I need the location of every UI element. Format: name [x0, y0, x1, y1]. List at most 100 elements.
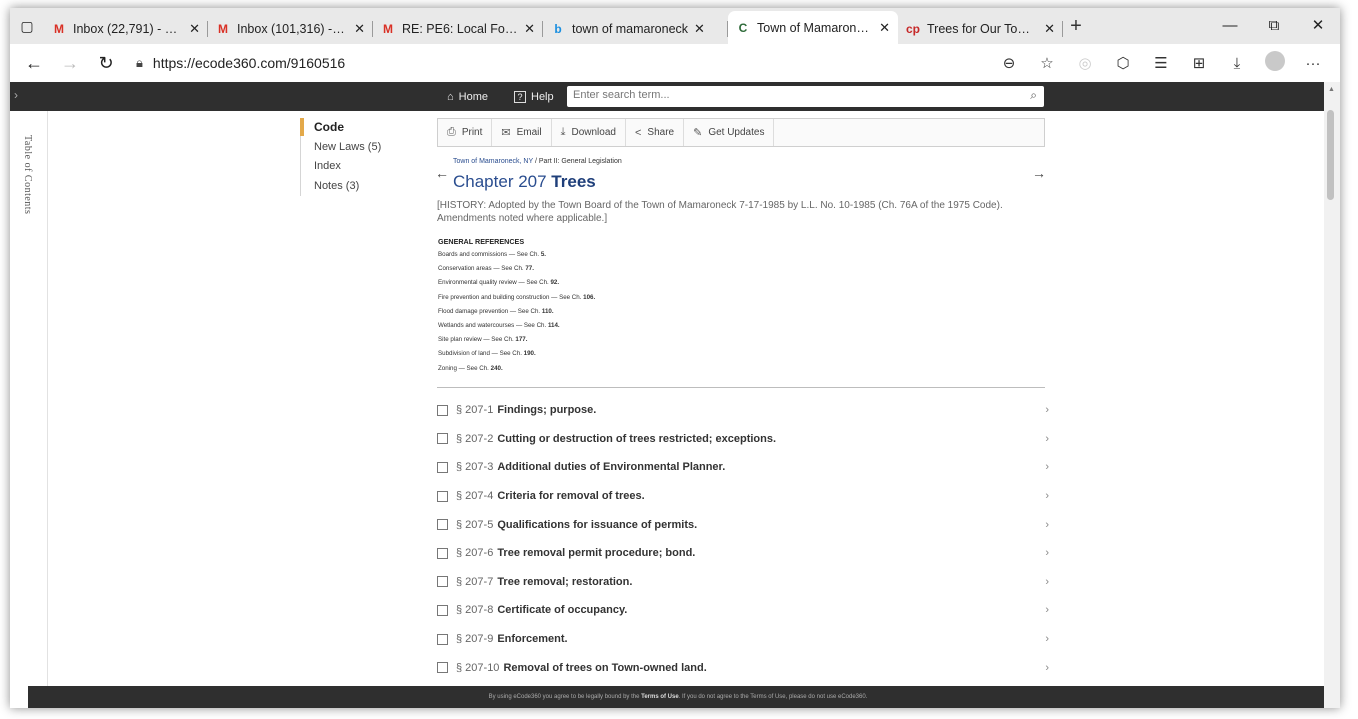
section-title[interactable]: Certificate of occupancy.	[497, 604, 627, 616]
chevron-right-icon[interactable]: ›	[1045, 461, 1049, 473]
chevron-right-icon[interactable]: ›	[1045, 633, 1049, 645]
help-button[interactable]: ? Help	[514, 87, 554, 106]
section-checkbox[interactable]	[437, 633, 448, 645]
chevron-right-icon[interactable]: ›	[1045, 604, 1049, 616]
previous-chapter-icon[interactable]: ←	[435, 165, 449, 181]
home-button[interactable]: ⌂ Home	[447, 87, 488, 106]
section-checkbox[interactable]	[437, 547, 448, 559]
browser-tab[interactable]: M Inbox (22,791) - dfdau ✕	[44, 14, 208, 44]
breadcrumb-part[interactable]: / Part II: General Legislation	[533, 158, 622, 165]
email-button[interactable]: ✉ Email	[492, 119, 552, 146]
browser-tab[interactable]: cp Trees for Our Town | N ✕	[898, 14, 1063, 44]
section-row[interactable]: § 207-5 Qualifications for issuance of pe…	[437, 510, 1049, 539]
section-title[interactable]: Removal of trees on Town-owned land.	[503, 662, 706, 674]
section-checkbox[interactable]	[437, 490, 448, 502]
close-window-button[interactable]: ✕	[1296, 8, 1340, 44]
refresh-button[interactable]: ↻	[88, 53, 124, 74]
section-row[interactable]: § 207-7 Tree removal; restoration. ›	[437, 568, 1049, 597]
extension-icon[interactable]: ◎	[1066, 54, 1104, 72]
section-checkbox[interactable]	[437, 404, 448, 416]
chevron-right-icon[interactable]: ›	[1045, 662, 1049, 674]
scroll-thumb[interactable]	[1327, 110, 1334, 200]
reference-link[interactable]: 92.	[550, 279, 559, 286]
section-row[interactable]: § 207-10 Removal of trees on Town-owned l…	[437, 653, 1049, 682]
section-checkbox[interactable]	[437, 519, 448, 531]
section-title[interactable]: Tree removal permit procedure; bond.	[497, 547, 695, 559]
close-tab-icon[interactable]: ✕	[1044, 21, 1055, 37]
chevron-right-icon[interactable]: ›	[1045, 433, 1049, 445]
close-tab-icon[interactable]: ✕	[879, 20, 890, 36]
reference-link[interactable]: 77.	[525, 265, 534, 272]
close-tab-icon[interactable]: ✕	[189, 21, 200, 37]
section-title[interactable]: Criteria for removal of trees.	[497, 490, 644, 502]
tab-actions-icon[interactable]: ▢	[10, 8, 44, 44]
reference-link[interactable]: 177.	[515, 336, 527, 343]
lock-icon[interactable]: 🔒︎	[136, 55, 143, 71]
section-checkbox[interactable]	[437, 576, 448, 588]
page-scrollbar[interactable]: ▲	[1324, 82, 1340, 708]
section-title[interactable]: Findings; purpose.	[497, 404, 596, 416]
nav-item-notes[interactable]: Notes (3)	[314, 177, 420, 195]
close-tab-icon[interactable]: ✕	[524, 21, 535, 37]
reference-link[interactable]: 106.	[583, 294, 595, 301]
close-tab-icon[interactable]: ✕	[354, 21, 365, 37]
more-menu-icon[interactable]: ···	[1294, 55, 1332, 72]
reference-link[interactable]: 240.	[491, 365, 503, 372]
forward-button[interactable]: →	[52, 53, 88, 74]
section-title[interactable]: Qualifications for issuance of permits.	[497, 519, 697, 531]
section-row[interactable]: § 207-8 Certificate of occupancy. ›	[437, 596, 1049, 625]
chevron-right-icon[interactable]: ›	[1045, 490, 1049, 502]
browser-tab[interactable]: M RE: PE6: Local Forestry ✕	[373, 14, 543, 44]
section-row[interactable]: § 207-9 Enforcement. ›	[437, 625, 1049, 654]
url-field[interactable]: 🔒︎ https://ecode360.com/9160516	[136, 49, 345, 77]
section-checkbox[interactable]	[437, 433, 448, 445]
restore-button[interactable]: ⧉	[1252, 8, 1296, 44]
chevron-right-icon[interactable]: ›	[1045, 547, 1049, 559]
section-row[interactable]: § 207-1 Findings; purpose. ›	[437, 396, 1049, 425]
section-row[interactable]: § 207-4 Criteria for removal of trees. ›	[437, 482, 1049, 511]
section-title[interactable]: Enforcement.	[497, 633, 567, 645]
back-button[interactable]: ←	[16, 53, 52, 74]
section-title[interactable]: Tree removal; restoration.	[497, 576, 632, 588]
minimize-button[interactable]: —	[1208, 8, 1252, 44]
section-row[interactable]: § 207-6 Tree removal permit procedure; bo…	[437, 539, 1049, 568]
nav-item-new-laws[interactable]: New Laws (5)	[314, 138, 420, 156]
nav-item-index[interactable]: Index	[314, 157, 420, 175]
close-tab-icon[interactable]: ✕	[694, 21, 705, 37]
section-title[interactable]: Additional duties of Environmental Plann…	[497, 461, 725, 473]
get-updates-button[interactable]: ✎ Get Updates	[684, 119, 775, 146]
section-checkbox[interactable]	[437, 662, 448, 674]
browser-tab[interactable]: b town of mamaroneck ✕	[543, 14, 728, 44]
section-checkbox[interactable]	[437, 461, 448, 473]
chevron-right-icon[interactable]: ›	[1045, 576, 1049, 588]
favorite-add-icon[interactable]: ☆	[1028, 54, 1066, 72]
nav-item-code[interactable]: Code	[300, 118, 420, 136]
next-chapter-icon[interactable]: →	[1032, 165, 1046, 181]
reference-link[interactable]: 114.	[548, 322, 560, 329]
profile-avatar[interactable]	[1256, 51, 1294, 75]
chevron-right-icon[interactable]: ›	[1045, 519, 1049, 531]
favorites-icon[interactable]: ☰	[1142, 54, 1180, 72]
scroll-up-icon[interactable]: ▲	[1328, 86, 1335, 93]
reference-link[interactable]: 110.	[542, 308, 554, 315]
sidebar-toggle-icon[interactable]: ›	[14, 88, 18, 102]
section-row[interactable]: § 207-2 Cutting or destruction of trees r…	[437, 425, 1049, 454]
chevron-right-icon[interactable]: ›	[1045, 404, 1049, 416]
downloads-icon[interactable]: ⤓	[1218, 55, 1256, 72]
reference-link[interactable]: 5.	[541, 251, 546, 258]
section-title[interactable]: Cutting or destruction of trees restrict…	[497, 433, 776, 445]
print-button[interactable]: ⎙ Print	[438, 119, 493, 146]
search-icon[interactable]: ⌕	[1030, 88, 1037, 103]
share-button[interactable]: < Share	[626, 119, 685, 146]
search-input[interactable]: Enter search term... ⌕	[567, 86, 1044, 107]
collections-icon[interactable]: ⊞	[1180, 54, 1218, 72]
download-button[interactable]: ⤓ Download	[552, 119, 626, 146]
toc-panel-tab[interactable]: Table of Contents	[10, 111, 48, 691]
section-row[interactable]: § 207-3 Additional duties of Environmenta…	[437, 453, 1049, 482]
reference-link[interactable]: 190.	[524, 350, 536, 357]
new-tab-button[interactable]: +	[1063, 15, 1089, 38]
section-checkbox[interactable]	[437, 604, 448, 616]
terms-of-use-link[interactable]: Terms of Use	[641, 694, 679, 700]
browser-tab[interactable]: M Inbox (101,316) - dfd2 ✕	[208, 14, 373, 44]
extensions-puzzle-icon[interactable]: ⬡	[1104, 54, 1142, 72]
